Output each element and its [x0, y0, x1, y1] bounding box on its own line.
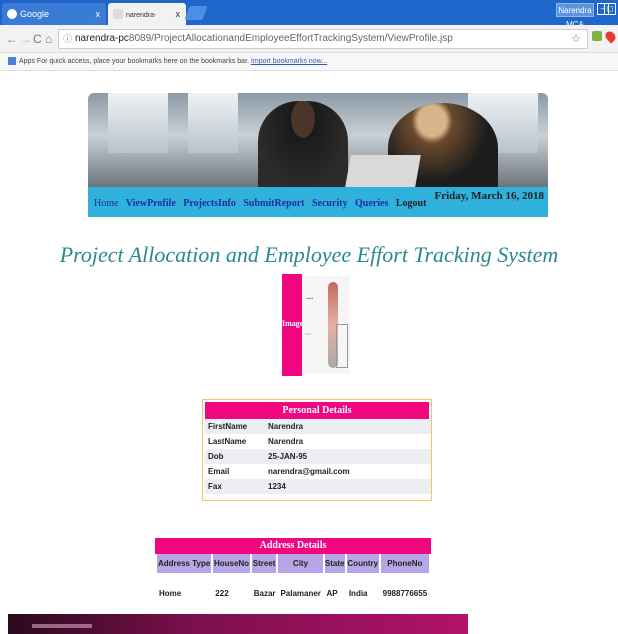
column-header: PhoneNo	[380, 554, 429, 573]
table-row: Home 222 Bazar Palamaner AP India 998877…	[157, 573, 429, 613]
apps-link[interactable]: Apps	[19, 58, 35, 65]
profile-image-frame: Image	[282, 274, 304, 376]
nav-projects-info[interactable]: ProjectsInfo	[183, 198, 236, 209]
table-cell: Bazar	[253, 588, 276, 598]
browser-toolbar: ← → C ⌂ ⓘ narendra-pc8089/ProjectAllocat…	[0, 25, 618, 53]
field-value: Narendra	[268, 437, 304, 446]
photo-scribble: ▪▪▪▪	[306, 296, 314, 302]
table-cell: 9988776655	[382, 588, 428, 598]
image-label: Image	[282, 319, 304, 328]
maximize-button[interactable]: ◻	[604, 3, 616, 15]
table-row: Dob 25-JAN-95	[205, 449, 431, 464]
table-cell: AP	[326, 588, 338, 598]
page-title: Project Allocation and Employee Effort T…	[59, 242, 559, 267]
window-shape	[188, 93, 238, 153]
table-row: FirstName Narendra	[205, 419, 431, 434]
profile-photo: ▪▪▪▪ ▪▪▪▪▪▪	[302, 276, 350, 374]
column-header: Address Type	[157, 554, 212, 573]
personal-details-panel: Personal Details FirstName Narendra LastN…	[202, 399, 432, 501]
url-host: narendra-pc	[75, 33, 129, 44]
column-header: State	[324, 554, 345, 573]
extension-icon[interactable]	[592, 31, 602, 41]
field-label: Fax	[205, 479, 265, 494]
header-banner-image	[88, 93, 548, 187]
reload-icon[interactable]: C	[33, 32, 42, 46]
man-figure	[258, 101, 348, 187]
field-value: 25-JAN-95	[265, 449, 431, 464]
address-bar[interactable]: ⓘ narendra-pc8089/ProjectAllocationandEm…	[58, 29, 588, 49]
field-label: FirstName	[205, 419, 265, 434]
nav-home[interactable]: Home	[94, 198, 118, 209]
field-value: narendra@gmail.com	[268, 467, 350, 476]
page-content: Home ViewProfile ProjectsInfo SubmitRepo…	[0, 71, 618, 634]
info-icon[interactable]: ⓘ	[63, 30, 72, 48]
close-tab-icon[interactable]: x	[96, 3, 101, 25]
cart-figure	[336, 324, 348, 368]
table-row: Email narendra@gmail.com	[205, 464, 431, 479]
new-tab-button[interactable]	[184, 6, 208, 20]
column-header: HouseNo	[213, 554, 250, 573]
window-shape	[108, 93, 168, 153]
table-cell: India	[348, 588, 368, 598]
field-label: Email	[208, 467, 230, 476]
url-path: 8089/ProjectAllocationandEmployeeEffortT…	[128, 33, 453, 44]
column-header: Country	[346, 554, 379, 573]
bookmarks-bar: Apps For quick access, place your bookma…	[0, 53, 618, 71]
address-details-table: Address Type HouseNo Street City State C…	[155, 554, 431, 613]
tab-label: Google	[20, 9, 50, 19]
bookmarks-hint: For quick access, place your bookmarks h…	[36, 58, 249, 65]
address-details-panel: Address Details Address Type HouseNo Str…	[155, 538, 431, 614]
footer-text-blur	[32, 624, 92, 628]
profile-button[interactable]: Narendra MCA	[556, 3, 594, 29]
address-details-header: Address Details	[155, 538, 431, 554]
field-label: Dob	[205, 449, 265, 464]
nav-queries[interactable]: Queries	[355, 198, 388, 209]
column-header: City	[278, 554, 323, 573]
main-nav: Home ViewProfile ProjectsInfo SubmitRepo…	[88, 187, 548, 217]
field-value: Narendra	[265, 419, 431, 434]
google-icon	[7, 9, 17, 19]
table-row: Fax 1234	[205, 479, 431, 494]
bookmark-star-icon[interactable]: ☆	[571, 30, 581, 48]
home-icon[interactable]: ⌂	[45, 32, 52, 46]
back-arrow-icon[interactable]: ←	[6, 32, 18, 46]
personal-details-table: FirstName Narendra LastName Narendra Dob 25…	[205, 419, 431, 494]
footer-banner	[8, 614, 468, 634]
personal-details-header: Personal Details	[205, 402, 429, 419]
page-icon	[113, 9, 123, 19]
field-label: LastName	[208, 437, 247, 446]
table-cell: Palamaner	[280, 588, 321, 598]
field-value: 1234	[265, 479, 431, 494]
tab-google[interactable]: Google x	[2, 3, 106, 25]
table-cell: Home	[159, 588, 182, 598]
nav-submit-report[interactable]: SubmitReport	[243, 198, 304, 209]
tab-view-profile[interactable]: narendra-pc8089/Proje x	[108, 3, 186, 43]
table-cell: 222	[215, 588, 229, 598]
browser-window: Google x narendra-pc8089/Proje x Narendr…	[0, 0, 618, 634]
photo-scribble: ▪▪▪▪▪▪	[305, 332, 312, 336]
table-header-row: Address Type HouseNo Street City State C…	[157, 554, 429, 573]
nav-logout[interactable]: Logout	[396, 198, 427, 209]
forward-arrow-icon[interactable]: →	[20, 32, 32, 46]
apps-icon[interactable]	[8, 57, 16, 66]
current-date: Friday, March 16, 2018	[434, 190, 544, 202]
tab-strip: Google x narendra-pc8089/Proje x Narendr…	[0, 0, 618, 43]
import-bookmarks-link[interactable]: Import bookmarks now...	[251, 58, 327, 65]
column-header: Street	[251, 554, 277, 573]
close-tab-icon[interactable]: x	[176, 3, 181, 25]
nav-view-profile[interactable]: ViewProfile	[126, 198, 176, 209]
table-row: LastName Narendra	[205, 434, 431, 449]
laptop-figure	[345, 155, 421, 187]
nav-security[interactable]: Security	[312, 198, 348, 209]
